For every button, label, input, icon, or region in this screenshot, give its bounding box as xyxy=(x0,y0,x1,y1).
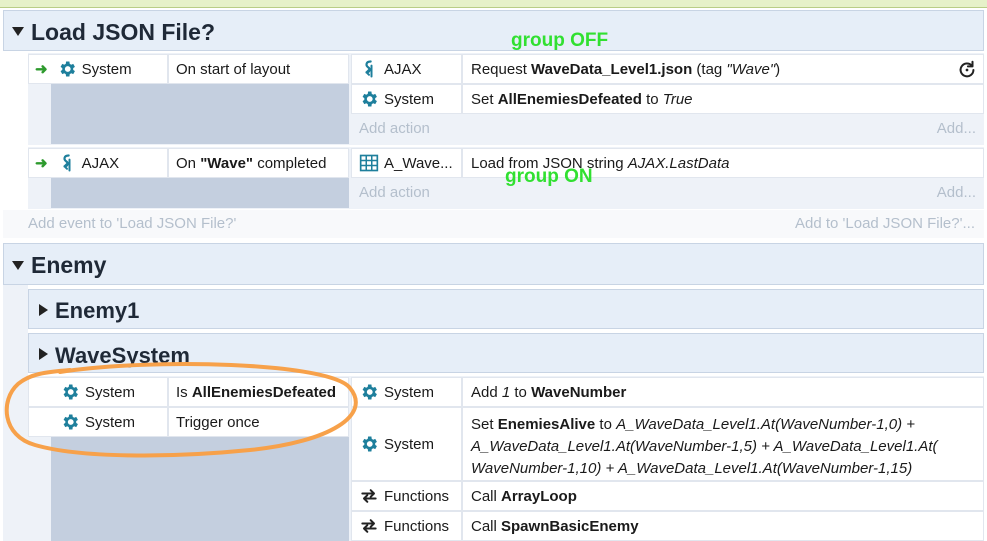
condition-object[interactable]: ➜ System xyxy=(28,54,168,84)
subgroup-header-enemy1[interactable]: Enemy1 xyxy=(28,289,984,329)
action-object[interactable]: System xyxy=(351,84,462,114)
group-header-enemy[interactable]: Enemy xyxy=(3,243,984,285)
collapse-triangle-icon[interactable] xyxy=(12,27,24,36)
add-action-short-link[interactable]: Add... xyxy=(937,184,976,201)
functions-icon xyxy=(358,515,380,537)
ajax-icon xyxy=(358,58,380,80)
previous-event-strip xyxy=(0,0,987,8)
orange-highlight-circle xyxy=(4,362,358,458)
array-grid-icon xyxy=(358,152,380,174)
add-action-row: Add action Add... xyxy=(351,114,984,144)
condition-text[interactable]: On "Wave" completed xyxy=(168,148,349,178)
add-action-row: Add action Add... xyxy=(351,178,984,208)
add-action-short-link[interactable]: Add... xyxy=(937,120,976,137)
expand-triangle-icon[interactable] xyxy=(39,304,48,316)
action-text[interactable]: Call ArrayLoop xyxy=(462,481,984,511)
expand-triangle-icon[interactable] xyxy=(39,348,48,360)
action-text[interactable]: Call SpawnBasicEnemy xyxy=(462,511,984,541)
action-object[interactable]: Functions xyxy=(351,481,462,511)
group-header-load-json[interactable]: Load JSON File? xyxy=(3,10,984,51)
action-object[interactable]: A_Wave... xyxy=(351,148,462,178)
add-event-row: Add event to 'Load JSON File?' Add to 'L… xyxy=(3,210,984,238)
trigger-arrow-icon: ➜ xyxy=(35,155,48,172)
action-text[interactable]: Set AllEnemiesDefeated to True xyxy=(462,84,984,114)
add-action-link[interactable]: Add action xyxy=(359,120,430,137)
condition-filler xyxy=(51,84,349,144)
group-title: Load JSON File? xyxy=(31,19,216,45)
condition-text[interactable]: On start of layout xyxy=(168,54,349,84)
ajax-icon xyxy=(56,152,78,174)
condition-object[interactable]: ➜ AJAX xyxy=(28,148,168,178)
add-event-link[interactable]: Add event to 'Load JSON File?' xyxy=(28,215,236,232)
gear-icon xyxy=(56,58,78,80)
subgroup-title: Enemy1 xyxy=(55,298,140,323)
trigger-arrow-icon: ➜ xyxy=(35,61,48,78)
annotation-group-off: group OFF xyxy=(511,30,609,51)
condition-filler xyxy=(51,178,349,208)
annotation-group-on: group ON xyxy=(505,166,593,187)
action-text[interactable]: Set EnemiesAlive to A_WaveData_Level1.At… xyxy=(462,407,984,481)
action-object[interactable]: AJAX xyxy=(351,54,462,84)
action-object[interactable]: Functions xyxy=(351,511,462,541)
collapse-triangle-icon[interactable] xyxy=(12,261,24,270)
action-text[interactable]: Add 1 to WaveNumber xyxy=(462,377,984,407)
refresh-icon[interactable] xyxy=(956,59,978,84)
group-title: Enemy xyxy=(31,252,107,278)
functions-icon xyxy=(358,485,380,507)
add-to-group-link[interactable]: Add to 'Load JSON File?'... xyxy=(795,215,975,232)
add-action-link[interactable]: Add action xyxy=(359,184,430,201)
gear-icon xyxy=(358,88,380,110)
action-text[interactable]: Request WaveData_Level1.json (tag "Wave"… xyxy=(462,54,984,84)
